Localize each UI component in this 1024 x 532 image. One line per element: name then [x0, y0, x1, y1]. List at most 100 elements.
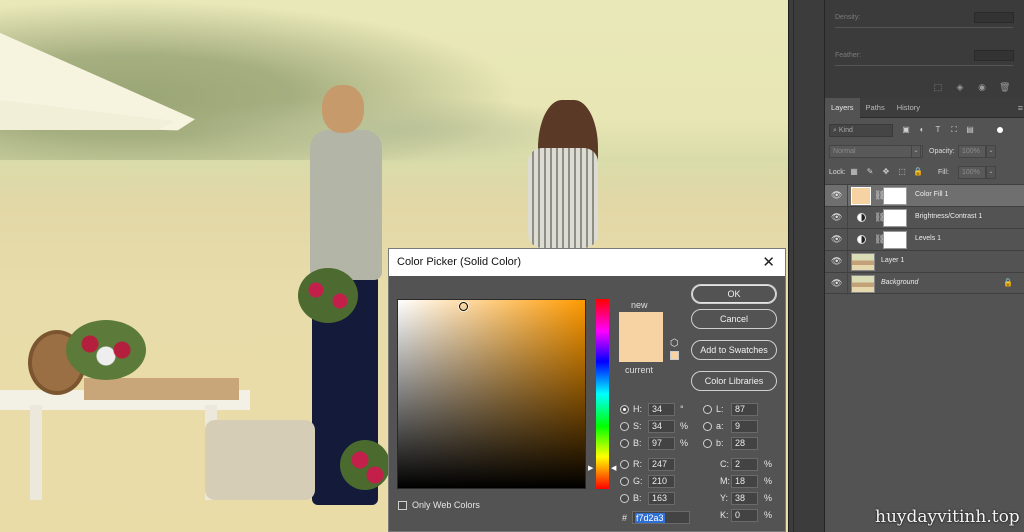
apply-mask-icon[interactable]: ◈: [955, 82, 965, 92]
lock-all-icon[interactable]: 🔒: [913, 167, 923, 177]
web-safe-cube-icon[interactable]: ⬡: [670, 338, 679, 349]
color-libraries-button[interactable]: Color Libraries: [691, 371, 777, 391]
b-channel-input[interactable]: 28: [731, 437, 758, 450]
close-icon[interactable]: ✕: [762, 253, 775, 271]
lightness-input[interactable]: 87: [731, 403, 758, 416]
fill-field[interactable]: 100%: [958, 166, 986, 179]
density-field[interactable]: [974, 12, 1014, 23]
new-color-label: new: [631, 300, 648, 310]
layer-mask-thumbnail[interactable]: [883, 209, 907, 227]
blue-input[interactable]: 163: [648, 492, 675, 505]
hex-input[interactable]: f7d2a3: [632, 511, 690, 524]
layer-brightness-contrast[interactable]: 👁 ⛓ Brightness/Contrast 1: [825, 206, 1024, 229]
adjustment-icon: [857, 213, 866, 222]
black-input[interactable]: 0: [731, 509, 758, 522]
lock-label: Lock:: [829, 169, 846, 176]
tab-paths[interactable]: Paths: [860, 98, 891, 118]
layer-mask-thumbnail[interactable]: [883, 231, 907, 249]
hue-slider-right-arrow-icon[interactable]: ◀: [611, 464, 616, 472]
red-radio[interactable]: [620, 460, 629, 469]
blend-mode-select[interactable]: Normal: [829, 145, 923, 158]
filter-adjustment-icon[interactable]: ◐: [917, 125, 927, 135]
fill-dropdown-icon[interactable]: ⌄: [986, 166, 996, 179]
layer-name: Layer 1: [881, 257, 905, 264]
filter-smart-object-icon[interactable]: ▤: [965, 125, 975, 135]
green-radio[interactable]: [620, 477, 629, 486]
lock-icon[interactable]: 🔒: [1003, 278, 1013, 287]
ok-button[interactable]: OK: [691, 284, 777, 304]
lock-position-icon[interactable]: ✥: [881, 167, 891, 177]
feather-slider[interactable]: [835, 65, 1013, 66]
panel-dock-strip: [788, 0, 824, 532]
opacity-dropdown-icon[interactable]: ⌄: [986, 145, 996, 158]
red-input[interactable]: 247: [648, 458, 675, 471]
brightness-radio[interactable]: [620, 439, 629, 448]
eye-icon[interactable]: 👁: [831, 235, 842, 244]
hue-input[interactable]: 34: [648, 403, 675, 416]
saturation-radio[interactable]: [620, 422, 629, 431]
cyan-input[interactable]: 2: [731, 458, 758, 471]
eye-icon[interactable]: 👁: [831, 213, 842, 222]
layer-background[interactable]: 👁 Background 🔒: [825, 272, 1024, 295]
feather-field[interactable]: [974, 50, 1014, 61]
layer-color-fill[interactable]: 👁 ⛓ Color Fill 1: [825, 184, 1024, 207]
properties-panel: Density: Feather: ⬚ ◈ ◉ 🗑: [824, 0, 1024, 98]
eye-icon[interactable]: 👁: [831, 191, 842, 200]
color-cursor[interactable]: [459, 302, 468, 311]
yellow-field: Y: 38 %: [720, 492, 773, 505]
layer-name: Color Fill 1: [915, 191, 949, 198]
canvas-flowers: [66, 320, 146, 380]
visibility-icon[interactable]: ◉: [977, 82, 987, 92]
lock-artboard-icon[interactable]: ⬚: [897, 167, 907, 177]
filter-pixel-icon[interactable]: ▣: [901, 125, 911, 135]
filter-type-icon[interactable]: T: [933, 125, 943, 135]
brightness-input[interactable]: 97: [648, 437, 675, 450]
filter-kind-select[interactable]: ⌕ Kind: [829, 124, 893, 137]
a-channel-radio[interactable]: [703, 422, 712, 431]
dialog-title: Color Picker (Solid Color): [397, 256, 522, 268]
fill-color-thumbnail[interactable]: [851, 187, 871, 205]
cancel-button[interactable]: Cancel: [691, 309, 777, 329]
layer-thumbnail[interactable]: [851, 275, 875, 293]
only-web-colors-checkbox[interactable]: [398, 501, 407, 510]
layer-layer-1[interactable]: 👁 Layer 1: [825, 250, 1024, 273]
lightness-radio[interactable]: [703, 405, 712, 414]
hue-slider-left-arrow-icon[interactable]: ▶: [588, 464, 593, 472]
lock-transparent-icon[interactable]: ▦: [849, 167, 859, 177]
a-channel-input[interactable]: 9: [731, 420, 758, 433]
a-channel-field: a: 9: [703, 420, 773, 433]
load-selection-icon[interactable]: ⬚: [933, 82, 943, 92]
filter-toggle[interactable]: [997, 127, 1003, 133]
eye-icon[interactable]: 👁: [831, 257, 842, 266]
b-channel-radio[interactable]: [703, 439, 712, 448]
chevron-down-icon[interactable]: ⌄: [911, 145, 921, 158]
opacity-field[interactable]: 100%: [958, 145, 986, 158]
layer-levels[interactable]: 👁 ⛓ Levels 1: [825, 228, 1024, 251]
black-field: K: 0 %: [720, 509, 773, 522]
layer-thumbnail[interactable]: [851, 253, 875, 271]
tab-history[interactable]: History: [891, 98, 926, 118]
blue-field: B: 163: [620, 492, 690, 505]
yellow-input[interactable]: 38: [731, 492, 758, 505]
trash-icon[interactable]: 🗑: [999, 82, 1010, 92]
brightness-field: B: 97 %: [620, 437, 690, 450]
web-safe-swatch[interactable]: [670, 351, 679, 360]
magenta-input[interactable]: 18: [731, 475, 758, 488]
blue-radio[interactable]: [620, 494, 629, 503]
panel-menu-icon[interactable]: ≡: [1018, 103, 1023, 113]
hue-slider[interactable]: [596, 299, 609, 489]
eye-icon[interactable]: 👁: [831, 279, 842, 288]
lock-image-icon[interactable]: ✎: [865, 167, 875, 177]
filter-shape-icon[interactable]: ⛶: [949, 125, 959, 135]
layer-mask-thumbnail[interactable]: [883, 187, 907, 205]
hue-radio[interactable]: [620, 405, 629, 414]
saturation-input[interactable]: 34: [648, 420, 675, 433]
green-input[interactable]: 210: [648, 475, 675, 488]
adjustment-icon: [857, 235, 866, 244]
saturation-brightness-field[interactable]: [397, 299, 586, 489]
tab-layers[interactable]: Layers: [825, 98, 860, 118]
green-field: G: 210: [620, 475, 690, 488]
density-slider[interactable]: [835, 27, 1013, 28]
add-to-swatches-button[interactable]: Add to Swatches: [691, 340, 777, 360]
dialog-titlebar[interactable]: Color Picker (Solid Color) ✕: [389, 249, 785, 276]
